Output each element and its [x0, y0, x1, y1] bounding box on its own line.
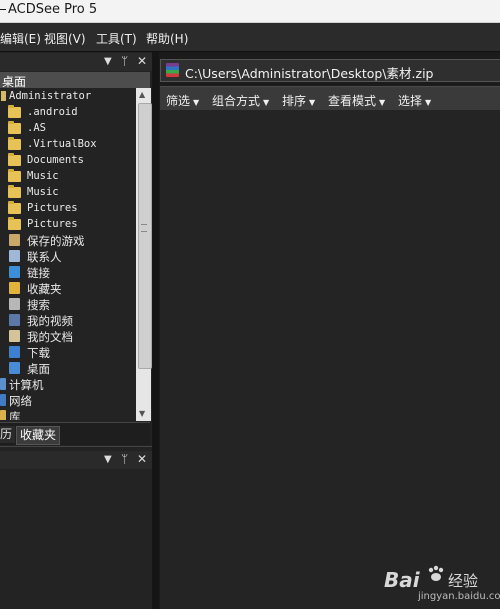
library-icon: [0, 410, 6, 420]
second-pane-header: ▼ ᛘ ✕: [0, 451, 152, 469]
contacts-icon: [9, 250, 20, 262]
tab-favorites[interactable]: 收藏夹: [16, 426, 61, 445]
pane-tab-bar: 历 收藏夹: [0, 422, 150, 445]
folder-icon: [8, 169, 21, 182]
browse-toolbar: 筛选 ▼ 组合方式 ▼ 排序 ▼ 查看模式 ▼ 选择 ▼: [160, 86, 500, 111]
menu-bar: 编辑(E) 视图(V) 工具(T) 帮助(H): [0, 23, 500, 52]
videos-icon: [9, 314, 20, 326]
links-icon: [9, 266, 20, 278]
search-folder-icon: [9, 298, 20, 310]
group-by-button[interactable]: 组合方式 ▼: [212, 92, 269, 109]
pin-icon[interactable]: ᛘ: [121, 452, 128, 466]
scrollbar-grip: [141, 224, 147, 232]
pin-icon[interactable]: ᛘ: [121, 54, 128, 68]
downloads-icon: [9, 346, 20, 358]
folder-icon: [8, 121, 21, 134]
chevron-down-icon: ▼: [193, 98, 200, 107]
chevron-down-icon: ▼: [425, 98, 432, 107]
folder-icon: [8, 201, 21, 214]
saved-games-icon: [9, 234, 20, 246]
folder-icon: [8, 137, 21, 150]
pane-menu-dropdown-icon[interactable]: ▼: [104, 56, 112, 67]
menu-help[interactable]: 帮助(H): [146, 30, 188, 47]
network-icon: [0, 394, 6, 406]
menu-view[interactable]: 视图(V): [44, 30, 86, 47]
folder-icon: [8, 105, 21, 118]
close-icon[interactable]: ✕: [137, 452, 147, 466]
window-title: ACDSee Pro 5: [0, 2, 97, 17]
pane-divider: [0, 446, 152, 447]
folder-icon: [8, 185, 21, 198]
title-bar: ACDSee Pro 5: [0, 0, 500, 23]
menu-tools[interactable]: 工具(T): [96, 30, 137, 47]
tree-root-desktop[interactable]: 桌面: [0, 72, 150, 89]
folder-tree: Administrator .android .AS .VirtualBox D…: [0, 88, 136, 420]
scroll-down-icon[interactable]: ▼: [139, 409, 145, 418]
address-bar[interactable]: C:\Users\Administrator\Desktop\素材.zip: [160, 59, 500, 82]
close-icon[interactable]: ✕: [137, 54, 147, 68]
chevron-down-icon: ▼: [379, 98, 386, 107]
zip-archive-icon: [166, 63, 179, 77]
scrollbar-thumb[interactable]: [138, 103, 152, 369]
address-path: C:\Users\Administrator\Desktop\素材.zip: [185, 66, 434, 81]
desktop-icon: [9, 362, 20, 374]
folders-pane-header: ▼ ᛘ ✕: [0, 53, 152, 71]
view-mode-button[interactable]: 查看模式 ▼: [328, 92, 385, 109]
menu-edit[interactable]: 编辑(E): [0, 30, 41, 47]
chevron-down-icon: ▼: [263, 98, 270, 107]
baidu-jingyan-watermark: Bai 经验 jingyan.baidu.com: [384, 560, 500, 606]
tab-history[interactable]: 历: [0, 426, 16, 443]
folder-icon: [8, 217, 21, 230]
documents-icon: [9, 330, 20, 342]
filter-button[interactable]: 筛选 ▼: [166, 92, 199, 109]
select-button[interactable]: 选择 ▼: [398, 92, 431, 109]
pane-splitter[interactable]: [152, 52, 159, 609]
sort-button[interactable]: 排序 ▼: [282, 92, 315, 109]
scroll-up-icon[interactable]: ▲: [139, 90, 145, 99]
pane-menu-dropdown-icon[interactable]: ▼: [104, 454, 112, 465]
computer-icon: [0, 378, 6, 390]
favorites-icon: [9, 282, 20, 294]
folder-icon: [8, 153, 21, 166]
file-list-area[interactable]: [160, 110, 500, 609]
chevron-down-icon: ▼: [309, 98, 316, 107]
paw-logo-icon: [428, 565, 444, 581]
user-folder-icon: [1, 91, 6, 101]
